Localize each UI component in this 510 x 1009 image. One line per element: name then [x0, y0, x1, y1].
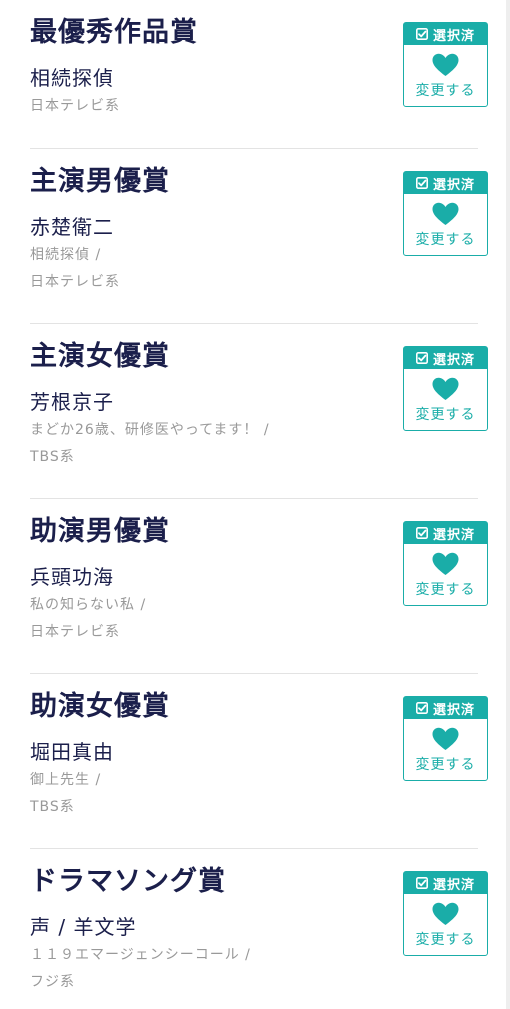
check-square-icon	[415, 877, 428, 889]
heart-icon	[432, 902, 459, 926]
heart-icon	[432, 552, 459, 576]
award-item: 助演女優賞 堀田真由 御上先生 / TBS系 選択済 変更する	[30, 674, 488, 849]
change-label: 変更する	[415, 932, 476, 948]
change-label: 変更する	[415, 757, 476, 773]
selected-label: 選択済	[432, 702, 475, 718]
change-vote-button[interactable]: 選択済 変更する	[403, 871, 488, 956]
selected-badge: 選択済	[404, 522, 487, 544]
heart-icon	[432, 53, 459, 77]
selected-badge: 選択済	[404, 347, 487, 369]
heart-icon	[432, 377, 459, 401]
selected-badge: 選択済	[404, 697, 487, 719]
selected-badge: 選択済	[404, 172, 487, 194]
change-vote-button[interactable]: 選択済 変更する	[403, 171, 488, 256]
selected-label: 選択済	[432, 877, 475, 893]
selected-label: 選択済	[432, 352, 475, 368]
meta-line: フジ系	[30, 974, 75, 990]
change-vote-button[interactable]: 選択済 変更する	[403, 521, 488, 606]
selected-label: 選択済	[432, 177, 475, 193]
change-label: 変更する	[415, 582, 476, 598]
award-item: 主演女優賞 芳根京子 まどか26歳、研修医やってます！ / TBS系 選択済 変…	[30, 324, 488, 499]
selected-label: 選択済	[432, 28, 475, 44]
selected-badge: 選択済	[404, 23, 487, 45]
award-item: 助演男優賞 兵頭功海 私の知らない私 / 日本テレビ系 選択済 変更する	[30, 499, 488, 674]
change-label: 変更する	[415, 83, 476, 99]
check-square-icon	[415, 352, 428, 364]
heart-icon	[432, 727, 459, 751]
change-vote-button[interactable]: 選択済 変更する	[403, 346, 488, 431]
award-list: 最優秀作品賞 相続探偵 日本テレビ系 選択済 変更する 主演男優賞 赤楚衛二 相…	[0, 0, 506, 1009]
award-item: ドラマソング賞 声 / 羊文学 １１９エマージェンシーコール / フジ系 選択済…	[30, 849, 488, 1009]
change-vote-button[interactable]: 選択済 変更する	[403, 22, 488, 107]
check-square-icon	[415, 702, 428, 714]
award-item: 主演男優賞 赤楚衛二 相続探偵 / 日本テレビ系 選択済 変更する	[30, 149, 488, 324]
meta-line: TBS系	[30, 449, 75, 465]
change-label: 変更する	[415, 232, 476, 248]
check-square-icon	[415, 177, 428, 189]
award-item: 最優秀作品賞 相続探偵 日本テレビ系 選択済 変更する	[30, 0, 488, 149]
change-label: 変更する	[415, 407, 476, 423]
check-square-icon	[415, 28, 428, 40]
scroll-edge	[506, 0, 510, 1009]
meta-line: 日本テレビ系	[30, 624, 120, 640]
check-square-icon	[415, 527, 428, 539]
selected-label: 選択済	[432, 527, 475, 543]
meta-line: TBS系	[30, 799, 75, 815]
change-vote-button[interactable]: 選択済 変更する	[403, 696, 488, 781]
selected-badge: 選択済	[404, 872, 487, 894]
heart-icon	[432, 202, 459, 226]
meta-line: 日本テレビ系	[30, 274, 120, 290]
